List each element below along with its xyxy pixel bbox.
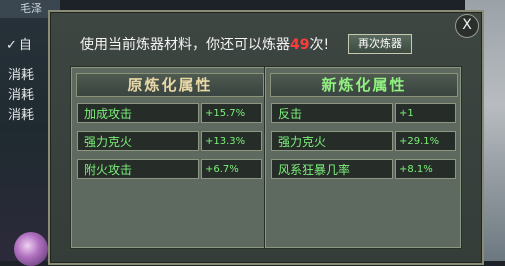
attribute-value: +8.1% (395, 159, 456, 179)
new-attribute-row: 风系狂暴几率 +8.1% (271, 159, 456, 179)
attribute-name: 强力克火 (77, 131, 199, 151)
close-icon[interactable]: X (455, 14, 479, 38)
attribute-value: +13.3% (201, 131, 262, 151)
attribute-value: +1 (395, 103, 456, 123)
remaining-count: 49 (290, 37, 310, 53)
attribute-name: 反击 (271, 103, 393, 123)
original-attribute-row: 强力克火 +13.3% (77, 131, 262, 151)
new-attributes-title: 新炼化属性 (270, 73, 458, 97)
attribute-name: 风系狂暴几率 (271, 159, 393, 179)
attribute-name: 强力克火 (271, 131, 393, 151)
background-line-2: 消耗 (8, 88, 35, 103)
attribute-name: 加成攻击 (77, 103, 199, 123)
original-attributes-panel: 原炼化属性 加成攻击 +15.7% 强力克火 +13.3% 附火攻击 +6.7% (70, 66, 268, 249)
background-label: 毛泽 (20, 2, 42, 15)
original-attributes-title: 原炼化属性 (76, 73, 264, 97)
new-attribute-row: 反击 +1 (271, 103, 456, 123)
notice-prefix: 使用当前炼器材料，你还可以炼器 (80, 37, 290, 53)
refine-dialog: 使用当前炼器材料，你还可以炼器49次! 原炼化属性 加成攻击 +15.7% 强力… (48, 10, 484, 265)
new-attributes-panel: 新炼化属性 反击 +1 强力克火 +29.1% 风系狂暴几率 +8.1% (264, 66, 462, 249)
attribute-value: +29.1% (395, 131, 456, 151)
attribute-name: 附火攻击 (77, 159, 199, 179)
checkbox-label: 自 (18, 38, 32, 53)
background-line-3: 消耗 (8, 108, 35, 123)
notice-suffix: 次! (309, 37, 330, 53)
original-attribute-row: 附火攻击 +6.7% (77, 159, 262, 179)
refine-again-button[interactable]: 再次炼器 (348, 34, 412, 54)
background-line-1: 消耗 (8, 68, 35, 83)
attribute-value: +6.7% (201, 159, 262, 179)
new-attribute-row: 强力克火 +29.1% (271, 131, 456, 151)
attribute-value: +15.7% (201, 103, 262, 123)
original-attribute-row: 加成攻击 +15.7% (77, 103, 262, 123)
